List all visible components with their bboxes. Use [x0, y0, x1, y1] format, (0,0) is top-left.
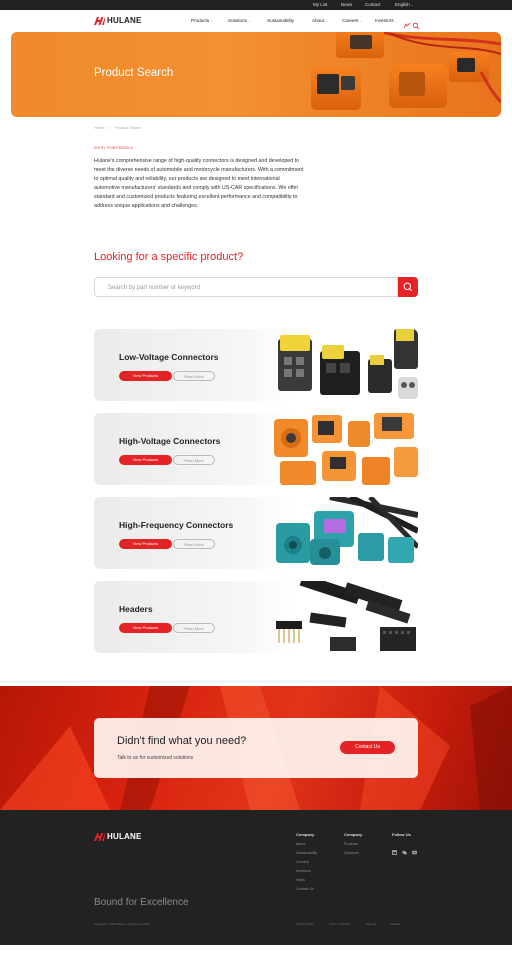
contact-us-button[interactable]: Contact Us: [340, 741, 395, 754]
headers-image: [276, 581, 416, 651]
search-heading: Looking for a specific product?: [94, 251, 244, 263]
read-more-button[interactable]: Read More: [173, 539, 215, 549]
hulane-logo-icon: [94, 16, 105, 25]
brand-logo[interactable]: HULANE: [94, 16, 142, 25]
product-card-title: High-Voltage Connectors: [119, 436, 221, 446]
footer-link-careers[interactable]: Careers: [296, 860, 309, 864]
footer-link-contact[interactable]: Contact Us: [296, 887, 314, 891]
product-card-title: High-Frequency Connectors: [119, 520, 234, 530]
privacy-policy-link[interactable]: Privacy Policy: [296, 922, 313, 926]
sitemap-link[interactable]: Sitemap: [366, 922, 376, 926]
contact-link[interactable]: Contact: [365, 0, 381, 10]
footer-link-products[interactable]: Products: [344, 842, 358, 846]
brand-name: HULANE: [107, 832, 142, 841]
intro-paragraph: Hulane's comprehensive range of high-qua…: [94, 158, 304, 209]
breadcrumb-home[interactable]: Home: [94, 126, 104, 130]
high-voltage-connectors-image: [274, 413, 418, 485]
nav-label: Investors: [375, 18, 394, 23]
terms-link[interactable]: Terms of Service: [329, 922, 350, 926]
low-voltage-connectors-image: [278, 329, 418, 399]
product-card-high-voltage[interactable]: High-Voltage Connectors View Products Re…: [94, 413, 418, 485]
chevron-down-icon: ⌄: [359, 19, 363, 23]
my-list-link[interactable]: My List: [313, 0, 327, 10]
language-label: English: [395, 2, 410, 7]
chevron-down-icon: ⌄: [247, 19, 251, 23]
product-card-title: Low-Voltage Connectors: [119, 352, 219, 362]
nav-about[interactable]: About⌄: [312, 10, 328, 32]
footer-company-heading: Company: [296, 832, 315, 837]
product-card-title: Headers: [119, 604, 153, 614]
nav-label: Careers: [342, 18, 359, 23]
view-products-button[interactable]: View Products: [119, 623, 172, 633]
footer-logo[interactable]: HULANE: [94, 832, 142, 841]
chevron-down-icon: ⌄: [210, 19, 214, 23]
hero-banner: Product Search: [11, 32, 501, 117]
cta-panel: Didn't find what you need? Talk to us fo…: [94, 718, 418, 778]
nav-label: Solutions: [228, 18, 247, 23]
wechat-icon[interactable]: [402, 842, 407, 855]
search-button[interactable]: [398, 277, 418, 297]
view-products-button[interactable]: View Products: [119, 455, 172, 465]
main-header: HULANE Products⌄ Solutions⌄ Sustainabili…: [0, 10, 512, 32]
site-footer: HULANE: [0, 810, 512, 953]
footer-link-solutions[interactable]: Solutions: [344, 851, 359, 855]
copyright-text: Copyright © 2024 Hulane. All rights rese…: [94, 922, 151, 926]
view-products-button[interactable]: View Products: [119, 539, 172, 549]
nav-investors[interactable]: Investors⌄: [375, 10, 398, 32]
read-more-button[interactable]: Read More: [173, 623, 215, 633]
read-more-button[interactable]: Read More: [173, 455, 215, 465]
footer-products-heading: Company: [344, 832, 363, 837]
search-input[interactable]: Search by part number or keyword: [94, 277, 398, 297]
nav-careers[interactable]: Careers⌄: [342, 10, 362, 32]
page-title: Product Search: [94, 67, 174, 79]
nav-solutions[interactable]: Solutions⌄: [228, 10, 251, 32]
nav-products[interactable]: Products⌄: [191, 10, 213, 32]
product-card-low-voltage[interactable]: Low-Voltage Connectors View Products Rea…: [94, 329, 418, 401]
language-selector[interactable]: English⌄: [395, 0, 414, 10]
list-icon[interactable]: [403, 17, 411, 29]
page-bottom-strip: [0, 945, 512, 953]
view-products-button[interactable]: View Products: [119, 371, 172, 381]
nav-label: About: [312, 18, 325, 23]
read-more-button[interactable]: Read More: [173, 371, 215, 381]
cta-subtitle: Talk to us for customized solutions: [117, 755, 194, 761]
linkedin-icon[interactable]: [392, 842, 397, 855]
search-placeholder: Search by part number or keyword: [108, 285, 201, 291]
youtube-icon[interactable]: [412, 842, 417, 855]
footer-follow-heading: Follow Us: [392, 832, 411, 837]
chevron-down-icon: ⌄: [410, 3, 414, 7]
chevron-down-icon: ⌄: [394, 19, 398, 23]
nav-sustainability[interactable]: Sustainability: [267, 10, 294, 32]
brand-name: HULANE: [107, 16, 142, 25]
product-card-high-frequency[interactable]: High-Frequency Connectors View Products …: [94, 497, 418, 569]
section-eyebrow: ENTRY POINT/SEARCH: [94, 146, 134, 150]
utility-bar: My List News Contact English⌄: [0, 0, 512, 10]
footer-slogan: Bound for Excellence: [94, 897, 189, 908]
product-card-headers[interactable]: Headers View Products Read More: [94, 581, 418, 653]
news-link[interactable]: News: [341, 0, 352, 10]
chevron-right-icon: >: [108, 126, 111, 130]
chevron-down-icon: ⌄: [325, 19, 328, 23]
footer-link-sustainability[interactable]: Sustainability: [296, 851, 317, 855]
search-icon[interactable]: [412, 17, 420, 30]
high-frequency-connectors-image: [276, 497, 418, 565]
search-icon: [403, 282, 413, 292]
cta-heading: Didn't find what you need?: [117, 735, 247, 747]
footer-link-about[interactable]: About: [296, 842, 305, 846]
hulane-logo-icon: [94, 832, 105, 841]
hero-connectors-image: [311, 32, 501, 110]
breadcrumb-current: Product Search: [115, 126, 142, 130]
nav-label: Products: [191, 18, 210, 23]
cookies-link[interactable]: Cookies: [390, 922, 400, 926]
footer-link-news[interactable]: News: [296, 878, 305, 882]
footer-link-investors[interactable]: Investors: [296, 869, 311, 873]
